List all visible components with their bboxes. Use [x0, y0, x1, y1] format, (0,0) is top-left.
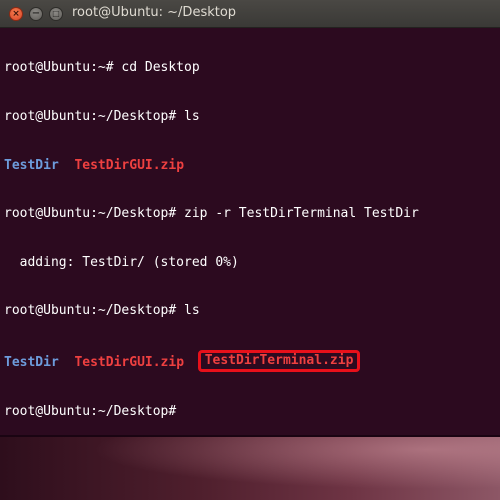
terminal-line: root@Ubuntu:~/Desktop# ls [4, 303, 200, 319]
terminal-line: root@Ubuntu:~/Desktop# zip -r TestDirTer… [4, 206, 419, 222]
file-entry-testdirgui-zip: TestDirGUI.zip [74, 157, 185, 173]
terminal-output[interactable]: root@Ubuntu:~# cd Desktop root@Ubuntu:~/… [0, 28, 500, 435]
terminal-line: adding: TestDir/ (stored 0%) [4, 254, 239, 270]
prompt-line[interactable]: root@Ubuntu:~/Desktop# [4, 401, 500, 419]
window-title: root@Ubuntu: ~/Desktop [72, 5, 237, 20]
title-bar[interactable]: × − □ root@Ubuntu: ~/Desktop [0, 0, 500, 28]
file-entry-testdirgui-zip: TestDirGUI.zip [74, 354, 185, 370]
terminal-line: root@Ubuntu:~/Desktop# ls [4, 109, 200, 124]
minimize-icon[interactable]: − [29, 7, 43, 21]
cursor [184, 401, 192, 415]
prompt: root@Ubuntu:~/Desktop# [4, 403, 185, 419]
directory-entry-testdir: TestDir [4, 354, 59, 370]
file-entry-testdirterminal-zip: TestDirTerminal.zip [197, 349, 361, 372]
ls-output-line: TestDir TestDirGUI.zip TestDirTerminal.z… [4, 349, 500, 372]
maximize-icon[interactable]: □ [49, 7, 63, 21]
screen: × − □ root@Ubuntu: ~/Desktop root@Ubuntu… [0, 0, 500, 500]
desktop-background [0, 437, 500, 500]
terminal-line: root@Ubuntu:~# cd Desktop [4, 60, 200, 76]
terminal-window[interactable]: × − □ root@Ubuntu: ~/Desktop root@Ubuntu… [0, 0, 500, 437]
directory-entry-testdir: TestDir [4, 157, 59, 173]
ls-output-line: TestDir TestDirGUI.zip [4, 158, 500, 174]
close-icon[interactable]: × [9, 7, 23, 21]
